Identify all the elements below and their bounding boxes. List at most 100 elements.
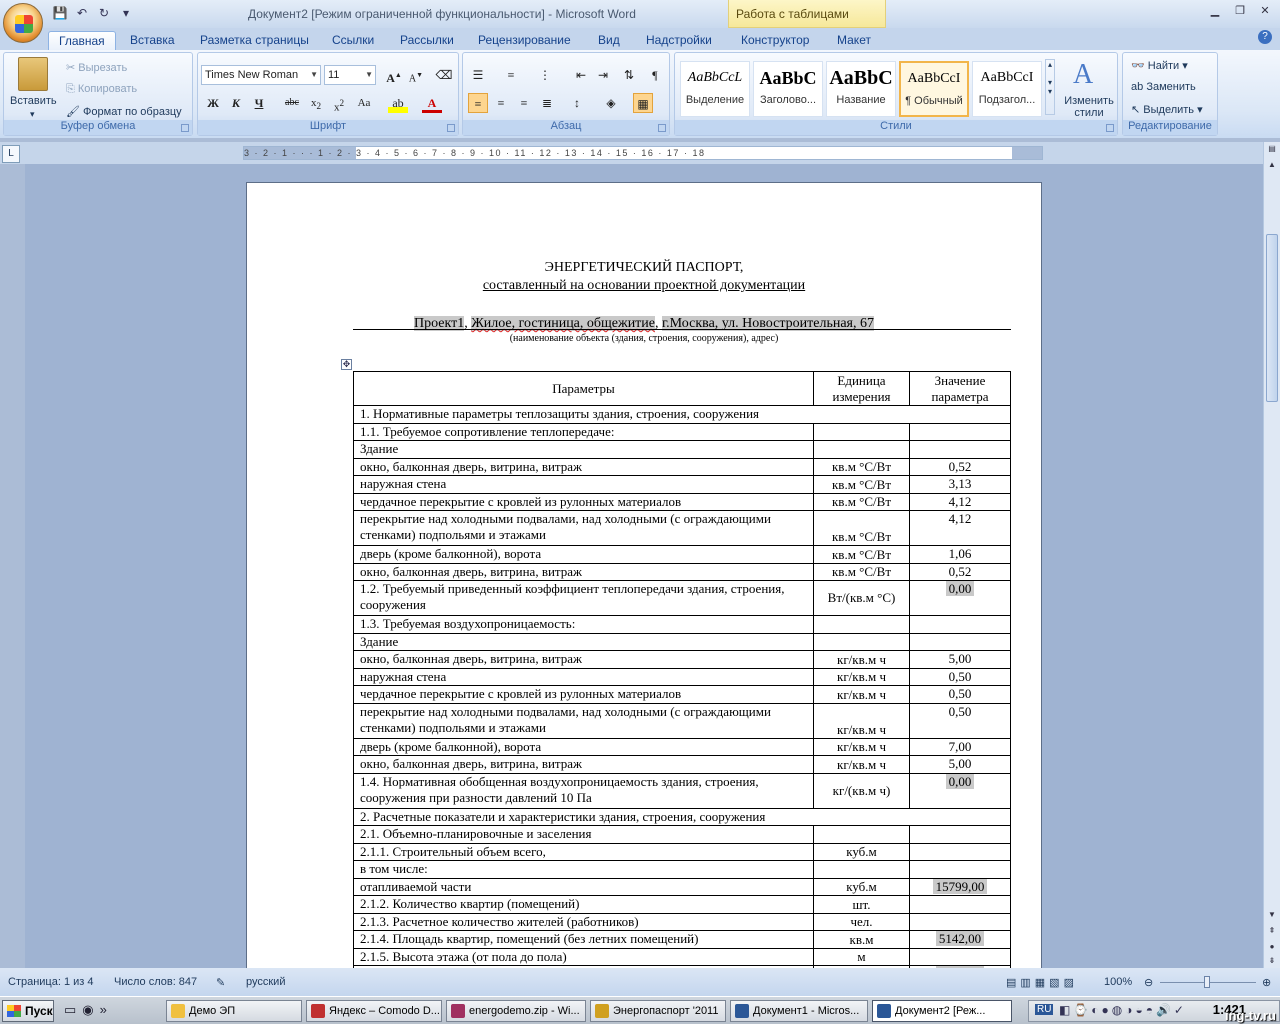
value-cell[interactable]: 0,50	[909, 667, 1011, 686]
taskbar-button[interactable]: energodemo.zip - Wi...	[446, 1000, 586, 1022]
section-heading-cell[interactable]: 1. Нормативные параметры теплозащиты зда…	[353, 405, 1011, 424]
tray-icons[interactable]: ◧⌚◐●◍◑◒◓🔊✓	[1059, 1003, 1187, 1017]
cut-button[interactable]: ✂ Вырезать	[66, 61, 127, 74]
tab-page-layout[interactable]: Разметка страницы	[190, 31, 319, 50]
start-button[interactable]: Пуск	[2, 1000, 54, 1022]
unit-cell[interactable]: кв.м °С/Вт	[813, 562, 910, 581]
unit-cell[interactable]: чел.	[813, 912, 910, 931]
bullets-icon[interactable]: ☰	[468, 65, 488, 85]
strikethrough-icon[interactable]: abc	[282, 93, 302, 113]
replace-button[interactable]: ab Заменить	[1131, 81, 1196, 93]
dialog-launcher-icon[interactable]	[658, 124, 666, 132]
grow-font-icon[interactable]: A▲	[384, 65, 404, 85]
unit-cell[interactable]: кв.м °С/Вт	[813, 475, 910, 494]
paste-dropdown-icon[interactable]: ▾	[30, 109, 35, 120]
value-cell[interactable]	[909, 615, 1011, 634]
superscript-icon[interactable]: x2	[329, 93, 349, 114]
table-move-handle-icon[interactable]: ✥	[341, 359, 352, 370]
language[interactable]: русский	[246, 976, 285, 988]
unit-cell[interactable]: Вт/(кв.м °С)	[813, 580, 910, 616]
undo-icon[interactable]: ↶	[74, 5, 90, 21]
tab-insert[interactable]: Вставка	[120, 31, 185, 50]
value-cell[interactable]	[909, 912, 1011, 931]
param-cell[interactable]: в том числе:	[353, 860, 814, 879]
style-subtitle[interactable]: AaBbCcI Подзагол...	[972, 61, 1042, 117]
restore-icon[interactable]: ❐	[1229, 3, 1251, 19]
value-cell[interactable]: 0,00	[909, 580, 1011, 616]
taskbar-button[interactable]: Энергопаспорт '2011	[590, 1000, 726, 1022]
tab-layout[interactable]: Макет	[827, 31, 881, 50]
section-heading-cell[interactable]: 2. Расчетные показатели и характеристики…	[353, 807, 1011, 826]
prev-page-icon[interactable]: ⇞	[1266, 926, 1278, 938]
param-cell[interactable]: окно, балконная дверь, витрина, витраж	[353, 562, 814, 581]
unit-cell[interactable]: кг/кв.м ч	[813, 685, 910, 704]
help-icon[interactable]: ?	[1258, 30, 1272, 44]
italic-icon[interactable]: К	[226, 93, 246, 113]
unit-cell[interactable]: кг/кв.м ч	[813, 667, 910, 686]
borders-icon[interactable]: ▦	[633, 93, 653, 113]
unit-cell[interactable]: шт.	[813, 895, 910, 914]
unit-cell[interactable]: кв.м °С/Вт	[813, 492, 910, 511]
document-page[interactable]: ЭНЕРГЕТИЧЕСКИЙ ПАСПОРТ, составленный на …	[246, 182, 1042, 968]
find-button[interactable]: 👓 Найти ▾	[1131, 59, 1188, 72]
value-cell[interactable]	[909, 860, 1011, 879]
param-cell[interactable]: 2.1.5. Высота этажа (от пола до пола)	[353, 947, 814, 966]
styles-scroll[interactable]: ▴ ▾ ▾	[1045, 59, 1055, 115]
param-cell[interactable]: 1.4. Нормативная обобщенная воздухопрони…	[353, 772, 814, 809]
value-cell[interactable]: 5142,00	[909, 930, 1011, 949]
style-emphasis[interactable]: AaBbCcL Выделение	[680, 61, 750, 117]
param-cell[interactable]: дверь (кроме балконной), ворота	[353, 737, 814, 756]
param-cell[interactable]: чердачное перекрытие с кровлей из рулонн…	[353, 685, 814, 704]
unit-cell[interactable]	[813, 615, 910, 634]
change-styles-icon[interactable]: A	[1073, 59, 1093, 91]
scroll-down-icon[interactable]: ▼	[1266, 910, 1278, 922]
justify-icon[interactable]: ≣	[537, 93, 557, 113]
unit-cell[interactable]: куб.м	[813, 842, 910, 861]
scroll-thumb[interactable]	[1266, 234, 1278, 402]
param-cell[interactable]: 2.1.3. Расчетное количество жителей (раб…	[353, 912, 814, 931]
param-cell[interactable]: 2.1.4. Площадь квартир, помещений (без л…	[353, 930, 814, 949]
customize-qat-icon[interactable]: ▾	[118, 5, 134, 21]
param-cell[interactable]: окно, балконная дверь, витрина, витраж	[353, 755, 814, 774]
font-family-combo[interactable]: Times New Roman ▼	[201, 65, 321, 85]
bold-icon[interactable]: Ж	[203, 93, 223, 113]
underline-icon[interactable]: Ч	[249, 93, 269, 113]
param-cell[interactable]: 2.1.2. Количество квартир (помещений)	[353, 895, 814, 914]
align-right-icon[interactable]: ≡	[514, 93, 534, 113]
tab-mailings[interactable]: Рассылки	[390, 31, 464, 50]
param-cell[interactable]: 1.2. Требуемый приведенный коэффициент т…	[353, 580, 814, 616]
param-cell[interactable]: наружная стена	[353, 667, 814, 686]
unit-cell[interactable]	[813, 825, 910, 844]
show-marks-icon[interactable]: ¶	[645, 65, 665, 85]
more-icon[interactable]: »	[100, 1002, 113, 1017]
unit-cell[interactable]: кг/кв.м ч	[813, 702, 910, 739]
tab-review[interactable]: Рецензирование	[468, 31, 581, 50]
unit-cell[interactable]: кг/кв.м ч	[813, 755, 910, 774]
clear-format-icon[interactable]: ⌫	[434, 65, 454, 85]
unit-cell[interactable]: кв.м °С/Вт	[813, 545, 910, 564]
close-icon[interactable]: ✕	[1254, 3, 1276, 19]
unit-cell[interactable]: м	[813, 947, 910, 966]
param-cell[interactable]: наружная стена	[353, 475, 814, 494]
param-cell[interactable]: 2.1. Объемно-планировочные и заселения	[353, 825, 814, 844]
tab-design[interactable]: Конструктор	[731, 31, 819, 50]
tab-view[interactable]: Вид	[588, 31, 630, 50]
param-cell[interactable]: отапливаемой части	[353, 877, 814, 896]
decrease-indent-icon[interactable]: ⇤	[571, 65, 591, 85]
unit-cell[interactable]: кв.м °С/Вт	[813, 457, 910, 476]
value-cell[interactable]: 0,52	[909, 457, 1011, 476]
view-buttons-icon[interactable]: ▤▥▦▧▨	[1006, 976, 1078, 989]
param-cell[interactable]: перекрытие над холодными подвалами, над …	[353, 702, 814, 739]
copy-button[interactable]: ⎘ Копировать	[66, 83, 137, 96]
sort-icon[interactable]: ⇅	[619, 65, 639, 85]
param-cell[interactable]: перекрытие над холодными подвалами, над …	[353, 510, 814, 546]
unit-cell[interactable]: кг/кв.м ч	[813, 737, 910, 756]
office-button[interactable]	[3, 3, 43, 43]
language-indicator[interactable]: RU	[1035, 1004, 1054, 1015]
dialog-launcher-icon[interactable]	[1106, 124, 1114, 132]
value-cell[interactable]	[909, 895, 1011, 914]
font-color-icon[interactable]: A	[422, 93, 442, 113]
dialog-launcher-icon[interactable]	[447, 124, 455, 132]
paste-button[interactable]: Вставить	[10, 95, 57, 107]
param-cell[interactable]: 2.1.1. Строительный объем всего,	[353, 842, 814, 861]
